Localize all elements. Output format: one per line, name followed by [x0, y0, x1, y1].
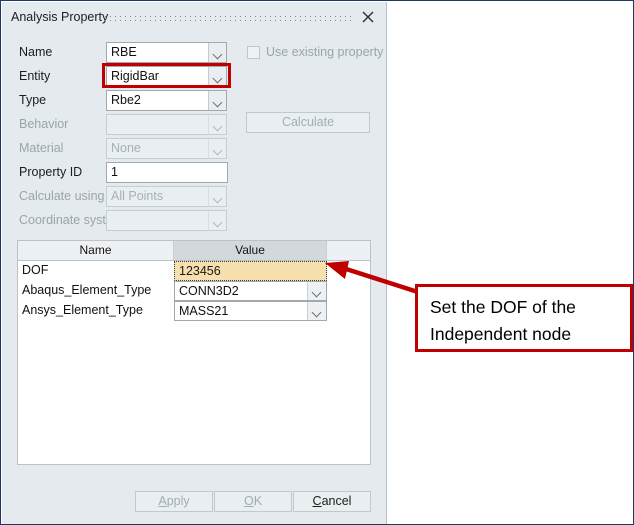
chevron-down-icon[interactable]	[208, 91, 226, 110]
column-header-value[interactable]: Value	[174, 241, 327, 260]
property-id-input[interactable]: 1	[106, 162, 228, 183]
column-header-spacer	[327, 241, 370, 260]
label-name: Name	[19, 45, 53, 59]
material-value: None	[111, 141, 141, 155]
type-combobox[interactable]: Rbe2	[106, 90, 227, 111]
label-material: Material	[19, 141, 64, 155]
field-row-material: Material None	[2, 138, 386, 160]
field-row-entity: Entity RigidBar	[2, 66, 386, 88]
property-table: Name Value DOF 123456 Abaqus_Element_Typ…	[17, 240, 371, 465]
cancel-label-rest: ancel	[321, 494, 352, 508]
calculate-using-value: All Points	[111, 189, 164, 203]
ok-accel: O	[243, 494, 254, 508]
ok-button[interactable]: OK	[214, 491, 292, 512]
cancel-button[interactable]: Cancel	[293, 491, 371, 512]
ansys-element-type-combobox[interactable]: MASS21	[174, 301, 327, 321]
row-name-ansys-element-type: Ansys_Element_Type	[22, 303, 143, 317]
chevron-down-icon	[208, 115, 226, 134]
ok-label-rest: K	[253, 494, 263, 508]
row-value-dof-cell[interactable]: 123456	[174, 261, 327, 281]
chevron-down-icon[interactable]	[307, 282, 326, 300]
label-entity: Entity	[19, 69, 51, 83]
chevron-down-icon	[208, 211, 226, 230]
chevron-down-icon[interactable]	[307, 302, 326, 320]
dof-value-text: 123456	[179, 264, 221, 278]
abaqus-element-type-value: CONN3D2	[179, 284, 239, 298]
label-calculate-using: Calculate using	[19, 189, 105, 203]
drag-grip-dots-icon[interactable]	[103, 14, 354, 21]
use-existing-property-label: Use existing property	[266, 45, 384, 59]
field-row-property-id: Property ID 1	[2, 162, 386, 184]
chevron-down-icon[interactable]	[208, 43, 226, 62]
screenshot-canvas: Analysis Property Name RBE Entity RigidB…	[0, 0, 634, 525]
entity-value: RigidBar	[111, 69, 159, 83]
use-existing-property-checkbox: Use existing property	[247, 43, 383, 61]
field-row-coordinate-system: Coordinate system	[2, 210, 386, 232]
label-behavior: Behavior	[19, 117, 69, 131]
apply-label-rest: pply	[166, 494, 190, 508]
coordinate-system-combobox	[106, 210, 227, 231]
table-row[interactable]: DOF 123456	[18, 261, 370, 281]
cancel-accel: C	[312, 494, 322, 508]
dof-value-input[interactable]: 123456	[174, 261, 327, 281]
checkbox-box-icon	[247, 45, 260, 59]
material-combobox: None	[106, 138, 227, 159]
row-name-dof: DOF	[22, 263, 49, 277]
behavior-combobox	[106, 114, 227, 135]
annotation-line-1: Set the DOF of the	[430, 297, 576, 317]
name-combobox[interactable]: RBE	[106, 42, 227, 63]
abaqus-element-type-combobox[interactable]: CONN3D2	[174, 281, 327, 301]
calculate-using-combobox: All Points	[106, 186, 227, 207]
table-row[interactable]: Ansys_Element_Type MASS21	[18, 301, 370, 321]
ansys-element-type-value: MASS21	[179, 304, 229, 318]
apply-accel: A	[158, 494, 167, 508]
chevron-down-icon[interactable]	[208, 67, 226, 86]
type-value: Rbe2	[111, 93, 141, 107]
annotation-line-2: Independent node	[430, 324, 572, 344]
column-header-name[interactable]: Name	[18, 241, 174, 260]
entity-combobox[interactable]: RigidBar	[106, 66, 227, 87]
property-id-value: 1	[111, 165, 118, 179]
field-row-calculate-using: Calculate using All Points	[2, 186, 386, 208]
dialog-titlebar[interactable]: Analysis Property	[2, 2, 386, 33]
label-type: Type	[19, 93, 47, 107]
annotation-callout: Set the DOF of the Independent node	[415, 284, 633, 352]
table-header-row: Name Value	[18, 241, 370, 261]
close-icon[interactable]	[359, 8, 377, 26]
row-value-ansys-element-type-cell[interactable]: MASS21	[174, 301, 327, 321]
dialog-title: Analysis Property	[11, 10, 109, 24]
chevron-down-icon	[208, 139, 226, 158]
coordinate-system-value	[107, 211, 208, 230]
label-property-id: Property ID	[19, 165, 83, 179]
calculate-button: Calculate	[246, 112, 370, 133]
row-name-abaqus-element-type: Abaqus_Element_Type	[22, 283, 152, 297]
row-value-abaqus-element-type-cell[interactable]: CONN3D2	[174, 281, 327, 301]
table-row[interactable]: Abaqus_Element_Type CONN3D2	[18, 281, 370, 301]
behavior-value	[107, 115, 208, 134]
chevron-down-icon	[208, 187, 226, 206]
field-row-type: Type Rbe2	[2, 90, 386, 112]
apply-button[interactable]: Apply	[135, 491, 213, 512]
name-value: RBE	[111, 45, 137, 59]
analysis-property-dialog: Analysis Property Name RBE Entity RigidB…	[2, 2, 387, 524]
